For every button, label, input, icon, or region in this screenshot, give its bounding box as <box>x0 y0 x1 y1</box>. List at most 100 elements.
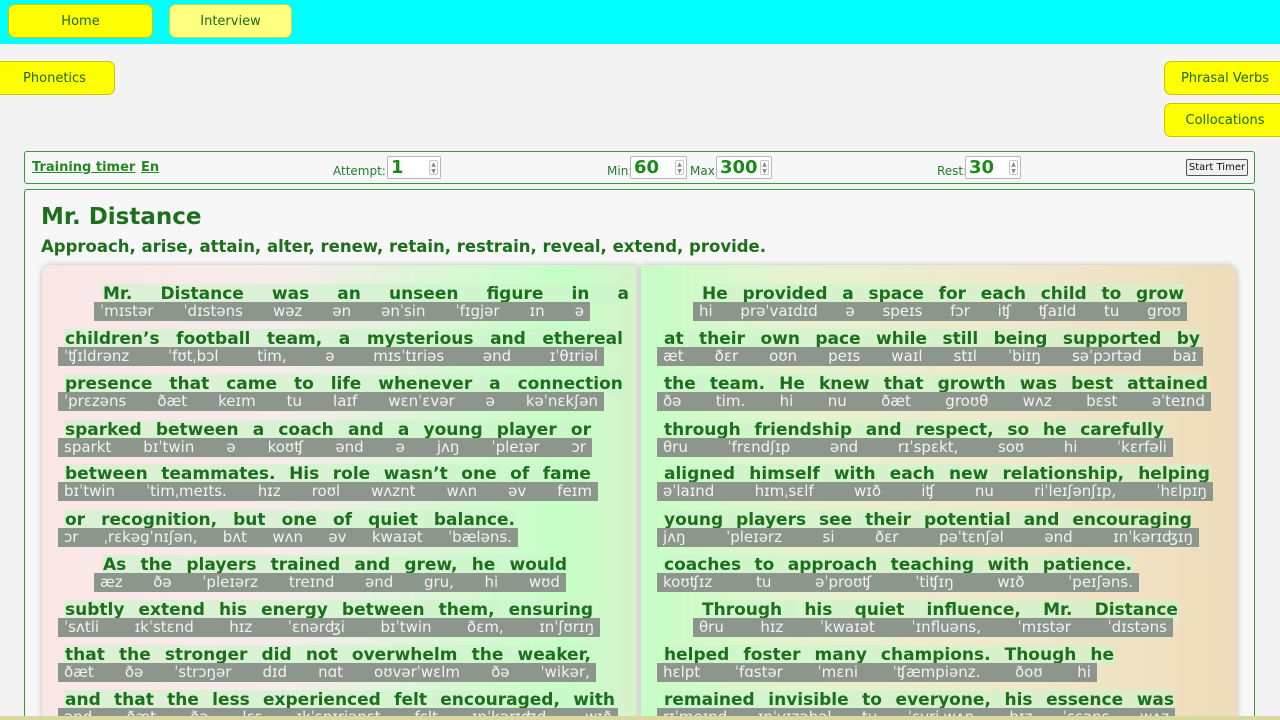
story-word[interactable]: invisible <box>768 690 848 710</box>
story-word[interactable]: everyone, <box>896 690 991 710</box>
story-word[interactable]: weaker, <box>518 645 591 665</box>
story-word[interactable]: Through <box>702 600 782 620</box>
story-word[interactable]: Though <box>1005 645 1077 665</box>
story-word[interactable]: extend <box>138 600 204 620</box>
story-word[interactable]: experienced <box>263 690 381 710</box>
max-input[interactable]: 300 ▲ ▼ <box>716 156 772 179</box>
story-word[interactable]: himself <box>749 464 820 484</box>
story-word[interactable]: foster <box>743 645 800 665</box>
story-word[interactable]: player <box>497 420 557 440</box>
collocations-button[interactable]: Collocations <box>1164 103 1280 137</box>
story-word[interactable]: a <box>339 329 350 349</box>
story-word[interactable]: Distance <box>160 284 243 304</box>
story-word[interactable]: approach <box>788 555 878 575</box>
story-word[interactable]: the <box>140 555 172 575</box>
story-word[interactable]: still <box>942 329 978 349</box>
story-word[interactable]: respect, <box>915 420 993 440</box>
story-word[interactable]: recognition, <box>101 510 217 530</box>
story-word[interactable]: friendship <box>754 420 852 440</box>
language-link[interactable]: En <box>141 160 159 175</box>
story-word[interactable]: Distance <box>1095 600 1178 620</box>
story-word[interactable]: with <box>988 555 1030 575</box>
story-word[interactable]: life <box>331 374 362 394</box>
story-word[interactable]: champions. <box>881 645 991 665</box>
story-word[interactable]: own <box>760 329 800 349</box>
story-word[interactable]: grew, <box>404 555 457 575</box>
story-word[interactable]: and <box>866 420 902 440</box>
phrasal-verbs-button[interactable]: Phrasal Verbs <box>1164 61 1280 95</box>
story-word[interactable]: figure <box>487 284 544 304</box>
phonetics-button[interactable]: Phonetics <box>0 61 115 95</box>
attempt-stepper-icon[interactable]: ▲ ▼ <box>429 160 438 175</box>
story-word[interactable]: an <box>337 284 361 304</box>
story-word[interactable]: while <box>876 329 927 349</box>
story-word[interactable]: remained <box>664 690 755 710</box>
story-word[interactable]: a <box>617 284 628 304</box>
story-word[interactable]: he <box>472 555 496 575</box>
story-word[interactable]: was <box>1137 690 1174 710</box>
story-word[interactable]: not <box>306 645 338 665</box>
story-word[interactable]: he <box>1090 645 1114 665</box>
story-word[interactable]: less <box>212 690 250 710</box>
story-word[interactable]: As <box>103 555 126 575</box>
story-word[interactable]: he <box>1043 420 1067 440</box>
story-word[interactable]: attained <box>1127 374 1208 394</box>
story-word[interactable]: their <box>865 510 911 530</box>
start-timer-button[interactable]: Start Timer <box>1186 159 1248 176</box>
story-word[interactable]: growth <box>938 374 1006 394</box>
story-word[interactable]: a <box>253 420 264 440</box>
story-word[interactable]: subtly <box>65 600 124 620</box>
story-word[interactable]: through <box>664 420 741 440</box>
story-word[interactable]: to <box>294 374 314 394</box>
story-word[interactable]: team, <box>267 329 322 349</box>
story-word[interactable]: the <box>472 645 504 665</box>
story-word[interactable]: between <box>342 600 425 620</box>
story-word[interactable]: grow <box>1136 284 1184 304</box>
story-word[interactable]: their <box>699 329 745 349</box>
story-word[interactable]: best <box>1071 374 1113 394</box>
story-word[interactable]: supported <box>1063 329 1161 349</box>
story-word[interactable]: was <box>1020 374 1057 394</box>
story-word[interactable]: teammates. <box>161 464 275 484</box>
story-word[interactable]: came <box>226 374 277 394</box>
story-word[interactable]: the <box>167 690 199 710</box>
story-word[interactable]: balance. <box>434 510 515 530</box>
story-word[interactable]: players <box>736 510 806 530</box>
rest-stepper-icon[interactable]: ▲ ▼ <box>1009 160 1018 175</box>
story-word[interactable]: one <box>461 464 496 484</box>
story-word[interactable]: of <box>510 464 529 484</box>
story-word[interactable]: provided <box>743 284 828 304</box>
story-word[interactable]: potential <box>924 510 1011 530</box>
story-word[interactable]: sparked <box>65 420 142 440</box>
story-word[interactable]: many <box>815 645 867 665</box>
story-word[interactable]: of <box>333 510 352 530</box>
home-button[interactable]: Home <box>8 4 153 38</box>
story-word[interactable]: encouraged, <box>440 690 560 710</box>
training-timer-link[interactable]: Training timer <box>32 160 135 175</box>
story-word[interactable]: Mr. <box>103 284 132 304</box>
story-word[interactable]: would <box>510 555 567 575</box>
story-word[interactable]: connection <box>518 374 623 394</box>
story-word[interactable]: a <box>842 284 853 304</box>
story-word[interactable]: a <box>489 374 500 394</box>
story-word[interactable]: essence <box>1046 690 1123 710</box>
story-word[interactable]: that <box>114 690 154 710</box>
story-word[interactable]: Mr. <box>1043 600 1072 620</box>
story-word[interactable]: the <box>119 645 151 665</box>
story-word[interactable]: so <box>1007 420 1029 440</box>
story-word[interactable]: coaches <box>664 555 741 575</box>
story-word[interactable]: his <box>1005 690 1033 710</box>
story-word[interactable]: helping <box>1138 464 1210 484</box>
rest-input[interactable]: 30 ▲ ▼ <box>965 156 1021 179</box>
story-word[interactable]: being <box>994 329 1048 349</box>
story-word[interactable]: influence, <box>927 600 1021 620</box>
story-word[interactable]: knew <box>819 374 870 394</box>
story-word[interactable]: with <box>573 690 615 710</box>
story-word[interactable]: to <box>862 690 882 710</box>
story-word[interactable]: space <box>868 284 923 304</box>
story-word[interactable]: one <box>282 510 317 530</box>
story-word[interactable]: for <box>939 284 966 304</box>
story-word[interactable]: between <box>156 420 239 440</box>
story-word[interactable]: stronger <box>165 645 248 665</box>
story-word[interactable]: to <box>1101 284 1121 304</box>
